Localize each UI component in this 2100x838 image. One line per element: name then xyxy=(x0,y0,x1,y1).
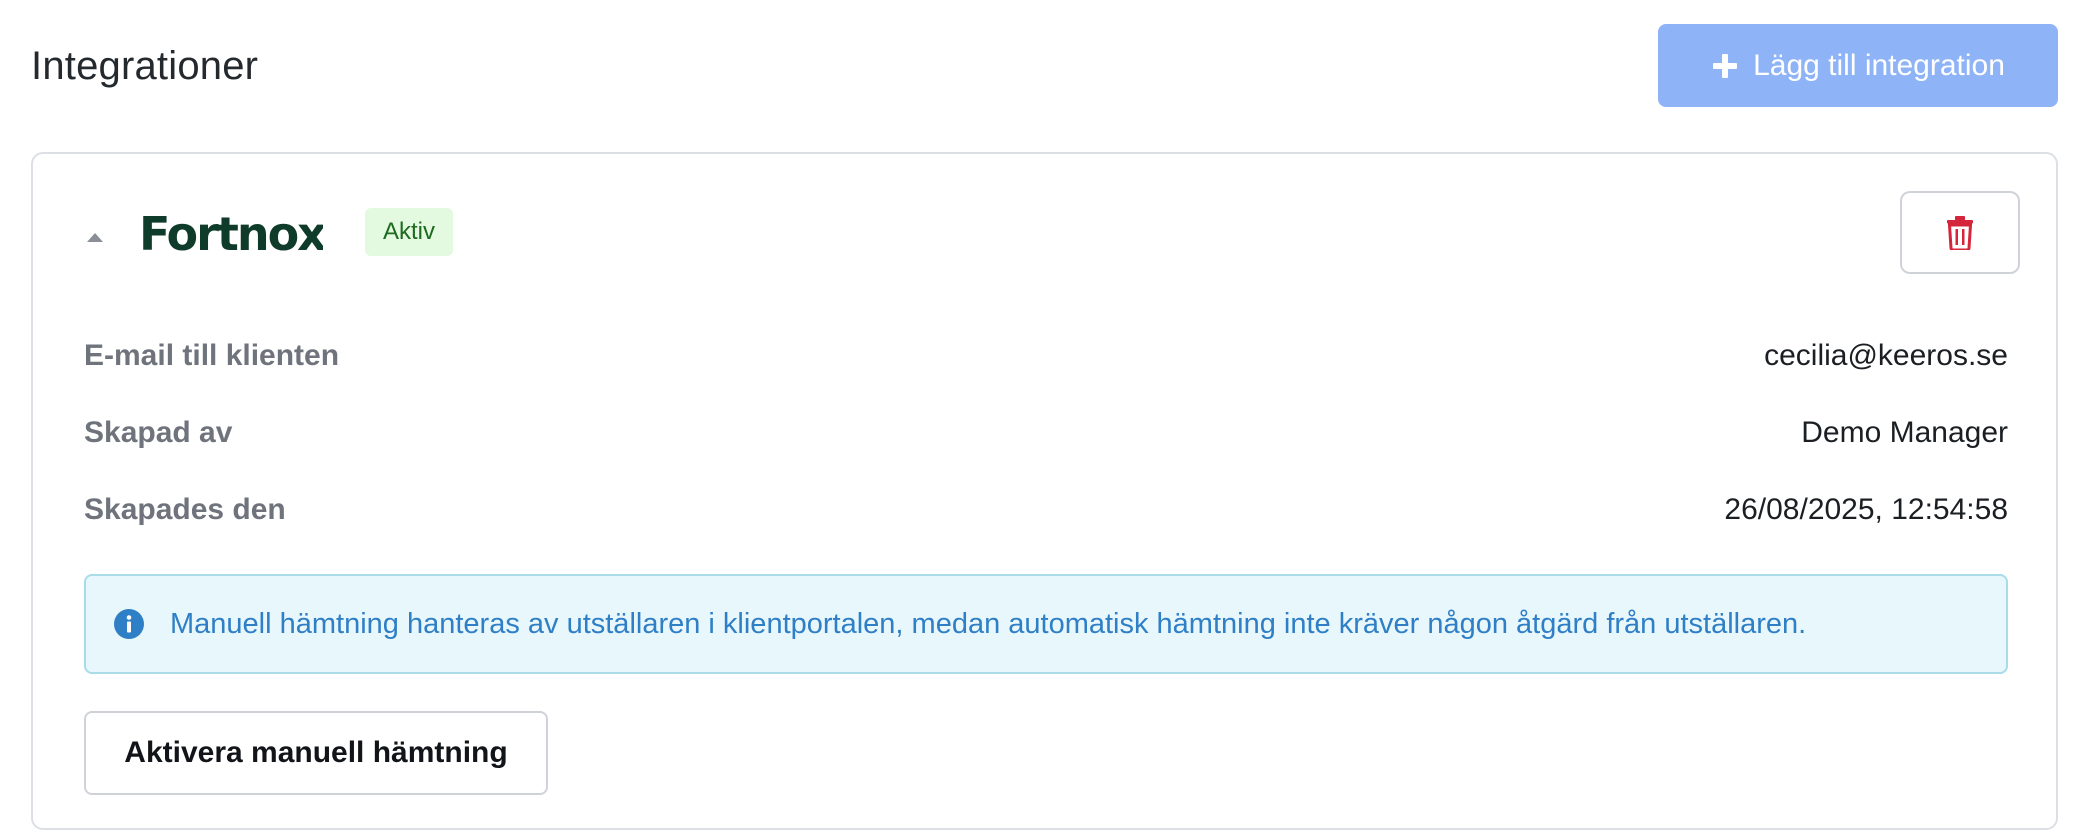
add-integration-button[interactable]: Lägg till integration xyxy=(1658,24,2058,107)
detail-row-email: E-mail till klienten cecilia@keeros.se xyxy=(84,334,2008,378)
collapse-toggle[interactable] xyxy=(77,222,113,252)
caret-up-icon xyxy=(87,233,103,242)
status-badge: Aktiv xyxy=(365,208,454,256)
detail-label: Skapades den xyxy=(84,493,286,526)
add-integration-label: Lägg till integration xyxy=(1753,48,2005,82)
activate-manual-fetch-button[interactable]: Aktivera manuell hämtning xyxy=(84,711,548,795)
detail-value: cecilia@keeros.se xyxy=(1764,339,2008,372)
detail-value: 26/08/2025, 12:54:58 xyxy=(1724,493,2008,526)
info-alert: Manuell hämtning hanteras av utställaren… xyxy=(84,574,2008,674)
detail-row-created-date: Skapades den 26/08/2025, 12:54:58 xyxy=(84,488,2008,532)
plus-icon xyxy=(1713,53,1738,78)
trash-icon xyxy=(1947,215,1973,250)
delete-integration-button[interactable] xyxy=(1900,191,2020,274)
svg-text:Fortnox: Fortnox xyxy=(139,207,323,261)
info-message: Manuell hämtning hanteras av utställaren… xyxy=(170,607,1807,640)
detail-label: Skapad av xyxy=(84,416,233,449)
integrations-page: Integrationer Lägg till integration Fort… xyxy=(0,0,2100,838)
detail-value: Demo Manager xyxy=(1801,416,2008,449)
integration-card: Fortnox Aktiv E-mail till klienten cecil… xyxy=(31,152,2058,830)
fortnox-logo: Fortnox xyxy=(139,207,323,261)
detail-row-created-by: Skapad av Demo Manager xyxy=(84,411,2008,455)
detail-label: E-mail till klienten xyxy=(84,339,340,372)
info-icon xyxy=(114,609,144,639)
page-title: Integrationer xyxy=(31,44,259,88)
